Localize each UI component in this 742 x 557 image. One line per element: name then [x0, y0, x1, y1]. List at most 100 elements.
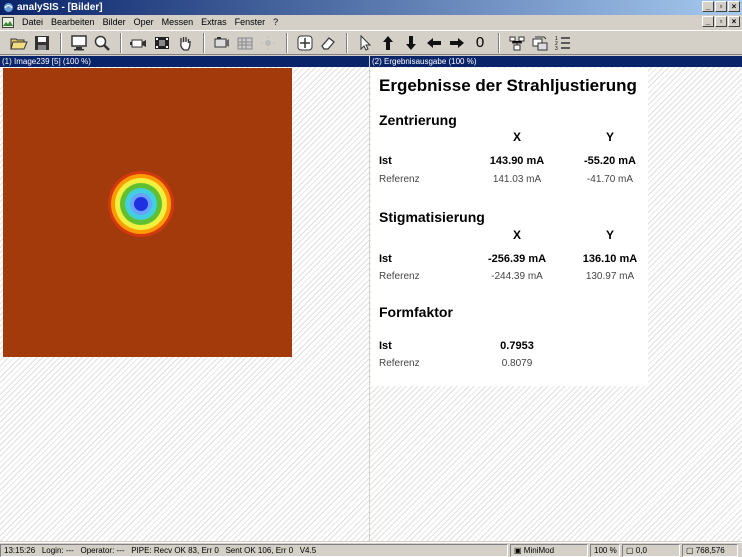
menu-oper[interactable]: Oper: [130, 17, 158, 27]
status-coord1-value: 0,0: [635, 545, 647, 555]
list-button[interactable]: 123: [552, 32, 574, 53]
image-size-icon: ▢: [686, 545, 694, 555]
menu-datei[interactable]: Datei: [18, 17, 47, 27]
menu-help[interactable]: ?: [269, 17, 282, 27]
light-button[interactable]: [257, 32, 279, 53]
arrow-pointer-icon: [360, 34, 372, 51]
crosshair-button[interactable]: [294, 32, 316, 53]
monitor-button[interactable]: [68, 32, 90, 53]
save-button[interactable]: [31, 32, 53, 53]
status-bar: 13:15:26 Login: --- Operator: --- PIPE: …: [0, 542, 742, 557]
menu-fenster[interactable]: Fenster: [231, 17, 270, 27]
transfer-button[interactable]: [529, 32, 551, 53]
stigmatisierung-ist-label: Ist: [379, 253, 392, 265]
eraser-button[interactable]: [317, 32, 339, 53]
stigmatisierung-col-y: Y: [606, 228, 615, 242]
toolbar-separator: [498, 32, 500, 53]
analysis-app-icon: [4, 3, 13, 12]
stigmatisierung-ref-x: -244.39 mA: [491, 271, 543, 282]
status-zoom: 100 %: [590, 543, 620, 557]
counter-label: 0: [475, 34, 485, 51]
results-heading: Ergebnisse der Strahljustierung: [379, 76, 637, 95]
zentrierung-ref-y: -41.70 mA: [586, 174, 634, 185]
menu-messen[interactable]: Messen: [158, 17, 198, 27]
window-title: analySIS - [Bilder]: [17, 2, 103, 13]
down-button[interactable]: [400, 32, 422, 53]
zentrierung-title: Zentrierung: [379, 112, 457, 128]
stigmatisierung-ref-y: 130.97 mA: [585, 271, 635, 282]
stigmatisierung-col-x: X: [513, 228, 522, 242]
toolbar-separator: [60, 32, 62, 53]
doc-restore-button[interactable]: ▫: [715, 16, 727, 27]
formfaktor-title: Formfaktor: [379, 304, 453, 320]
right-button[interactable]: [446, 32, 468, 53]
doc-close-button[interactable]: ×: [728, 16, 740, 27]
monitor-icon: [71, 34, 87, 50]
status-operator: Operator: ---: [80, 545, 125, 555]
zentrierung-ref-x: 141.03 mA: [492, 174, 542, 185]
formfaktor-ist-value: 0.7953: [500, 340, 534, 352]
formfaktor-ref-label: Referenz: [379, 358, 420, 369]
status-coord2-value: 768,576: [695, 545, 725, 555]
menu-bearbeiten[interactable]: Bearbeiten: [47, 17, 99, 27]
eraser-icon: [321, 36, 335, 50]
left-button[interactable]: [423, 32, 445, 53]
numbered-list-icon: 123: [555, 36, 570, 52]
film-strip-icon: [155, 36, 169, 49]
film-button[interactable]: [151, 32, 173, 53]
status-camera-label: MiniMod: [523, 545, 555, 555]
window-title-bar: analySIS - [Bilder] _ ▫ ×: [0, 0, 742, 15]
counter-button[interactable]: 0: [469, 32, 491, 53]
toolbar: 0 123: [0, 30, 742, 55]
transfer-icon: [532, 36, 548, 50]
up-button[interactable]: [377, 32, 399, 53]
stigmatisierung-ist-y: 136.10 mA: [582, 253, 638, 265]
camera-snapshot-icon: [214, 36, 229, 47]
grid-button[interactable]: [234, 32, 256, 53]
close-button[interactable]: ×: [728, 1, 740, 12]
magnifier-icon: [94, 35, 110, 51]
status-info: 13:15:26 Login: --- Operator: --- PIPE: …: [0, 543, 508, 557]
video-camera-icon: [130, 39, 146, 47]
stigmatisierung-ist-x: -256.39 mA: [487, 253, 547, 265]
zoom-button[interactable]: [91, 32, 113, 53]
menu-bilder[interactable]: Bilder: [99, 17, 130, 27]
toolbar-separator: [346, 32, 348, 53]
results-pane-title[interactable]: (2) Ergebnisausgabe (100 %): [370, 56, 742, 67]
formfaktor-ref-value: 0.8079: [501, 358, 533, 369]
open-button[interactable]: [8, 32, 30, 53]
status-pipe: PIPE: Recv OK 83, Err 0: [131, 545, 219, 555]
pointer-button[interactable]: [354, 32, 376, 53]
zentrierung-col-x: X: [513, 130, 522, 144]
zentrierung-ist-x: 143.90 mA: [489, 155, 545, 167]
zentrierung-ist-y: -55.20 mA: [584, 155, 636, 167]
restore-button[interactable]: ▫: [715, 1, 727, 12]
toolbar-separator: [286, 32, 288, 53]
image-pane-title[interactable]: (1) Image239 [5] (100 %): [0, 56, 369, 67]
beam-image[interactable]: [3, 68, 292, 357]
open-folder-icon: [10, 38, 28, 49]
menu-bar: Datei Bearbeiten Bilder Oper Messen Extr…: [0, 15, 742, 29]
snapshot-button[interactable]: [211, 32, 233, 53]
network-button[interactable]: [506, 32, 528, 53]
zentrierung-ref-label: Referenz: [379, 174, 420, 185]
beam-spot-image: [108, 171, 174, 237]
document-image-icon[interactable]: [2, 16, 14, 28]
stigmatisierung-ref-label: Referenz: [379, 271, 420, 282]
network-icon: [509, 36, 525, 50]
arrow-right-icon: [450, 37, 464, 48]
doc-minimize-button[interactable]: _: [702, 16, 714, 27]
camera-button[interactable]: [128, 32, 150, 53]
results-sheet: Ergebnisse der Strahljustierung Zentrier…: [371, 68, 648, 386]
status-version: V4.5: [299, 545, 317, 555]
zentrierung-col-y: Y: [606, 130, 615, 144]
stigmatisierung-title: Stigmatisierung: [379, 209, 485, 225]
arrow-up-icon: [383, 35, 393, 50]
hand-button[interactable]: [174, 32, 196, 53]
toolbar-separator: [120, 32, 122, 53]
menu-extras[interactable]: Extras: [197, 17, 231, 27]
status-time: 13:15:26: [4, 545, 36, 555]
minimize-button[interactable]: _: [702, 1, 714, 12]
status-coord1: ▢ 0,0: [622, 543, 680, 557]
status-coord2: ▢ 768,576: [682, 543, 738, 557]
